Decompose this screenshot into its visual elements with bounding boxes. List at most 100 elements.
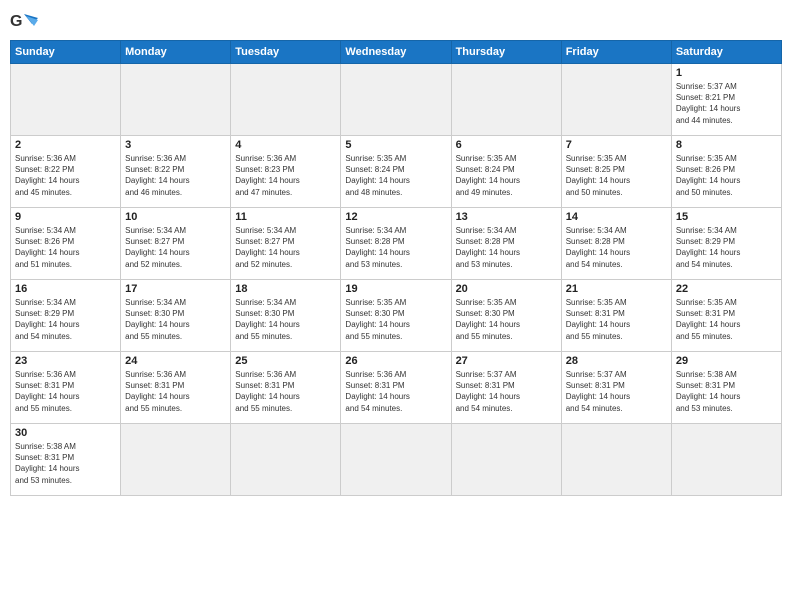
day-info: Sunrise: 5:35 AM Sunset: 8:30 PM Dayligh…	[345, 297, 446, 342]
day-number: 17	[125, 283, 226, 295]
day-info: Sunrise: 5:34 AM Sunset: 8:30 PM Dayligh…	[235, 297, 336, 342]
calendar-cell: 5Sunrise: 5:35 AM Sunset: 8:24 PM Daylig…	[341, 136, 451, 208]
day-info: Sunrise: 5:35 AM Sunset: 8:24 PM Dayligh…	[456, 153, 557, 198]
day-number: 29	[676, 355, 777, 367]
day-info: Sunrise: 5:38 AM Sunset: 8:31 PM Dayligh…	[15, 441, 116, 486]
week-row-3: 9Sunrise: 5:34 AM Sunset: 8:26 PM Daylig…	[11, 208, 782, 280]
day-info: Sunrise: 5:34 AM Sunset: 8:28 PM Dayligh…	[566, 225, 667, 270]
day-header-sunday: Sunday	[11, 41, 121, 64]
day-info: Sunrise: 5:36 AM Sunset: 8:22 PM Dayligh…	[125, 153, 226, 198]
calendar-cell: 1 Sunrise: 5:37 AM Sunset: 8:21 PM Daylig…	[671, 64, 781, 136]
day-number: 7	[566, 139, 667, 151]
day-info: Sunrise: 5:35 AM Sunset: 8:26 PM Dayligh…	[676, 153, 777, 198]
day-info: Sunrise: 5:36 AM Sunset: 8:31 PM Dayligh…	[235, 369, 336, 414]
calendar-cell: 18 Sunrise: 5:34 AM Sunset: 8:30 PM Dayli…	[231, 280, 341, 352]
day-info: Sunrise: 5:35 AM Sunset: 8:31 PM Dayligh…	[566, 297, 667, 342]
day-number: 12	[345, 211, 446, 223]
day-header-friday: Friday	[561, 41, 671, 64]
day-info: Sunrise: 5:34 AM Sunset: 8:28 PM Dayligh…	[345, 225, 446, 270]
day-number: 21	[566, 283, 667, 295]
calendar-cell	[231, 64, 341, 136]
day-info: Sunrise: 5:34 AM Sunset: 8:26 PM Dayligh…	[15, 225, 116, 270]
calendar-cell: 25 Sunrise: 5:36 AM Sunset: 8:31 PM Dayli…	[231, 352, 341, 424]
day-number: 22	[676, 283, 777, 295]
day-info: Sunrise: 5:36 AM Sunset: 8:23 PM Dayligh…	[235, 153, 336, 198]
day-number: 30	[15, 427, 116, 439]
calendar-cell: 21 Sunrise: 5:35 AM Sunset: 8:31 PM Dayli…	[561, 280, 671, 352]
day-info: Sunrise: 5:37 AM Sunset: 8:31 PM Dayligh…	[456, 369, 557, 414]
calendar-cell: 11Sunrise: 5:34 AM Sunset: 8:27 PM Dayli…	[231, 208, 341, 280]
day-number: 3	[125, 139, 226, 151]
calendar-cell: 16Sunrise: 5:34 AM Sunset: 8:29 PM Dayli…	[11, 280, 121, 352]
day-number: 14	[566, 211, 667, 223]
calendar-cell: 9Sunrise: 5:34 AM Sunset: 8:26 PM Daylig…	[11, 208, 121, 280]
calendar-cell: 28 Sunrise: 5:37 AM Sunset: 8:31 PM Dayli…	[561, 352, 671, 424]
day-info: Sunrise: 5:36 AM Sunset: 8:31 PM Dayligh…	[345, 369, 446, 414]
calendar-cell: 14 Sunrise: 5:34 AM Sunset: 8:28 PM Dayli…	[561, 208, 671, 280]
svg-text:G: G	[10, 13, 22, 30]
calendar-cell: 6Sunrise: 5:35 AM Sunset: 8:24 PM Daylig…	[451, 136, 561, 208]
days-header-row: SundayMondayTuesdayWednesdayThursdayFrid…	[11, 41, 782, 64]
day-info: Sunrise: 5:34 AM Sunset: 8:29 PM Dayligh…	[676, 225, 777, 270]
calendar-cell: 26 Sunrise: 5:36 AM Sunset: 8:31 PM Dayli…	[341, 352, 451, 424]
calendar-cell: 3 Sunrise: 5:36 AM Sunset: 8:22 PM Daylig…	[121, 136, 231, 208]
day-info: Sunrise: 5:34 AM Sunset: 8:30 PM Dayligh…	[125, 297, 226, 342]
calendar-cell	[341, 424, 451, 496]
calendar: SundayMondayTuesdayWednesdayThursdayFrid…	[10, 40, 782, 496]
calendar-cell	[561, 424, 671, 496]
calendar-cell	[451, 64, 561, 136]
calendar-cell: 29 Sunrise: 5:38 AM Sunset: 8:31 PM Dayli…	[671, 352, 781, 424]
day-number: 18	[235, 283, 336, 295]
week-row-5: 23 Sunrise: 5:36 AM Sunset: 8:31 PM Dayli…	[11, 352, 782, 424]
day-info: Sunrise: 5:37 AM Sunset: 8:21 PM Dayligh…	[676, 81, 777, 126]
calendar-cell: 24Sunrise: 5:36 AM Sunset: 8:31 PM Dayli…	[121, 352, 231, 424]
day-number: 8	[676, 139, 777, 151]
day-info: Sunrise: 5:36 AM Sunset: 8:31 PM Dayligh…	[15, 369, 116, 414]
day-number: 27	[456, 355, 557, 367]
logo-icon: G	[10, 10, 38, 32]
day-info: Sunrise: 5:35 AM Sunset: 8:31 PM Dayligh…	[676, 297, 777, 342]
day-number: 4	[235, 139, 336, 151]
calendar-cell: 15 Sunrise: 5:34 AM Sunset: 8:29 PM Dayli…	[671, 208, 781, 280]
week-row-6: 30 Sunrise: 5:38 AM Sunset: 8:31 PM Dayli…	[11, 424, 782, 496]
day-info: Sunrise: 5:34 AM Sunset: 8:28 PM Dayligh…	[456, 225, 557, 270]
day-header-monday: Monday	[121, 41, 231, 64]
page: G SundayMondayTuesdayWednesdayThursdayFr…	[0, 0, 792, 506]
day-number: 19	[345, 283, 446, 295]
calendar-cell: 13 Sunrise: 5:34 AM Sunset: 8:28 PM Dayli…	[451, 208, 561, 280]
calendar-cell	[451, 424, 561, 496]
calendar-cell	[671, 424, 781, 496]
day-info: Sunrise: 5:34 AM Sunset: 8:27 PM Dayligh…	[125, 225, 226, 270]
day-info: Sunrise: 5:38 AM Sunset: 8:31 PM Dayligh…	[676, 369, 777, 414]
day-info: Sunrise: 5:35 AM Sunset: 8:30 PM Dayligh…	[456, 297, 557, 342]
day-number: 5	[345, 139, 446, 151]
day-number: 23	[15, 355, 116, 367]
day-number: 10	[125, 211, 226, 223]
header: G	[10, 10, 782, 32]
calendar-cell: 27 Sunrise: 5:37 AM Sunset: 8:31 PM Dayli…	[451, 352, 561, 424]
calendar-cell	[231, 424, 341, 496]
day-number: 16	[15, 283, 116, 295]
day-header-thursday: Thursday	[451, 41, 561, 64]
week-row-1: 1 Sunrise: 5:37 AM Sunset: 8:21 PM Daylig…	[11, 64, 782, 136]
day-number: 1	[676, 67, 777, 79]
day-header-wednesday: Wednesday	[341, 41, 451, 64]
calendar-cell	[121, 64, 231, 136]
calendar-cell: 23 Sunrise: 5:36 AM Sunset: 8:31 PM Dayli…	[11, 352, 121, 424]
day-number: 15	[676, 211, 777, 223]
logo: G	[10, 10, 40, 32]
calendar-cell: 30 Sunrise: 5:38 AM Sunset: 8:31 PM Dayli…	[11, 424, 121, 496]
day-number: 24	[125, 355, 226, 367]
calendar-cell: 22 Sunrise: 5:35 AM Sunset: 8:31 PM Dayli…	[671, 280, 781, 352]
day-number: 13	[456, 211, 557, 223]
calendar-cell: 17 Sunrise: 5:34 AM Sunset: 8:30 PM Dayli…	[121, 280, 231, 352]
day-number: 28	[566, 355, 667, 367]
day-number: 26	[345, 355, 446, 367]
day-info: Sunrise: 5:34 AM Sunset: 8:27 PM Dayligh…	[235, 225, 336, 270]
day-info: Sunrise: 5:37 AM Sunset: 8:31 PM Dayligh…	[566, 369, 667, 414]
calendar-cell	[341, 64, 451, 136]
day-number: 25	[235, 355, 336, 367]
calendar-cell: 8 Sunrise: 5:35 AM Sunset: 8:26 PM Daylig…	[671, 136, 781, 208]
calendar-cell: 20Sunrise: 5:35 AM Sunset: 8:30 PM Dayli…	[451, 280, 561, 352]
calendar-cell	[561, 64, 671, 136]
